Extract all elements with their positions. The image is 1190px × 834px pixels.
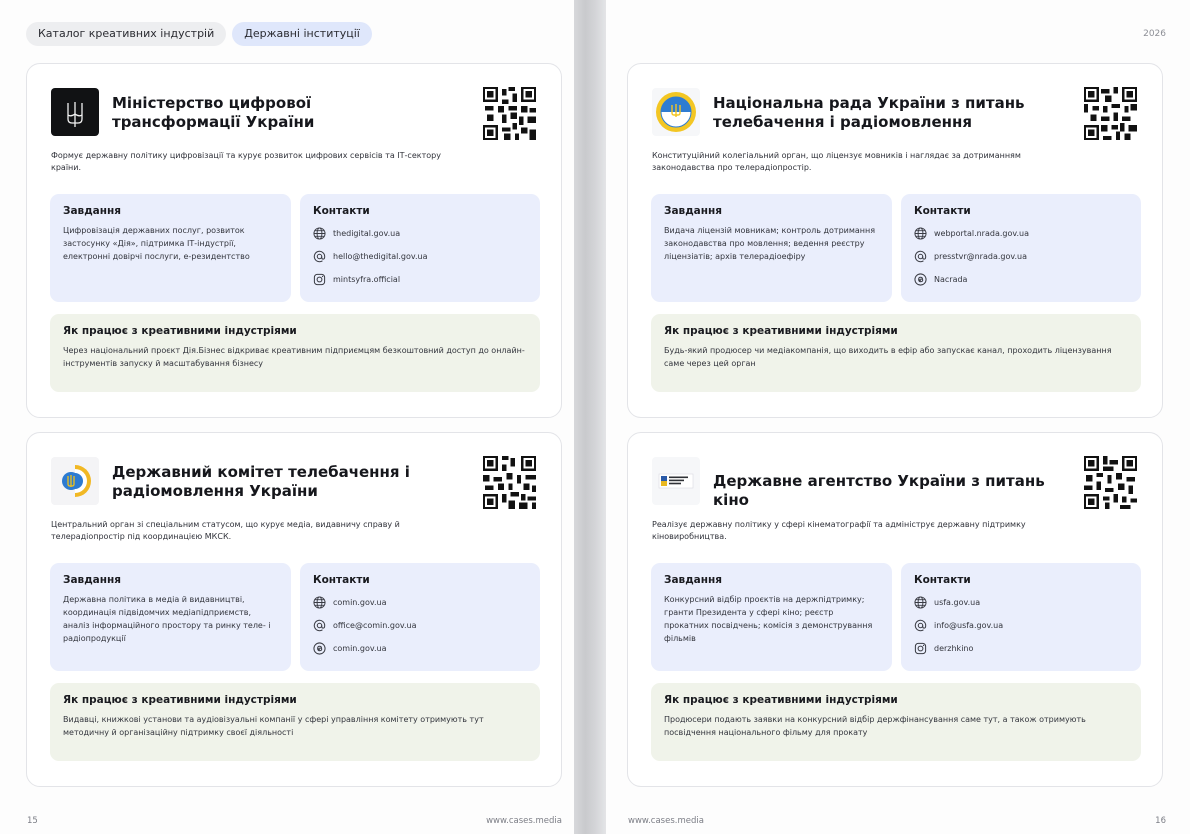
contact-text: comin.gov.ua — [333, 643, 387, 653]
creative-heading: Як працює з креативними індустріями — [664, 325, 898, 337]
year-label: 2026 — [1143, 29, 1166, 39]
instagram-icon — [914, 642, 927, 654]
contacts-box: Контакти webportal.nrada.gov.ua presstvr… — [901, 194, 1141, 302]
qr-code-icon[interactable] — [1084, 456, 1137, 509]
creative-box: Як працює з креативними індустріями Будь… — [651, 314, 1141, 392]
page-number-left: 15 — [27, 816, 38, 826]
contact-text: comin.gov.ua — [333, 597, 387, 607]
contacts-heading: Контакти — [914, 205, 971, 217]
institution-card-derzhkino: Державне агентство України з питань кіно… — [627, 432, 1163, 787]
tasks-box: Завдання Видача ліцензій мовникам; контр… — [651, 194, 892, 302]
qr-code-icon[interactable] — [483, 456, 536, 509]
contact-email[interactable]: info@usfa.gov.ua — [914, 616, 1128, 634]
institution-card-nrada: Національна рада України з питань телеба… — [627, 63, 1163, 418]
web-icon — [313, 226, 326, 240]
contact-email[interactable]: hello@thedigital.gov.ua — [313, 247, 527, 265]
web-icon — [914, 226, 927, 240]
card-title: Національна рада України з питань телеба… — [713, 94, 1025, 131]
card-description: Центральний орган зі спеціальним статусо… — [51, 520, 400, 541]
site-link-right[interactable]: www.cases.media — [628, 816, 704, 826]
threads-icon — [313, 641, 326, 655]
card-description: Формує державну політику цифровізації та… — [51, 151, 441, 172]
email-icon — [914, 250, 927, 262]
site-link-left[interactable]: www.cases.media — [486, 816, 562, 826]
left-page: Каталог креативних індустрій Державні ін… — [0, 0, 574, 834]
creative-text: Видавці, книжкові установи та аудіовізуа… — [63, 715, 484, 737]
contact-text: hello@thedigital.gov.ua — [333, 251, 428, 261]
email-icon — [313, 619, 326, 631]
threads-icon — [914, 272, 927, 286]
tasks-heading: Завдання — [63, 574, 122, 586]
contact-text: presstvr@nrada.gov.ua — [934, 251, 1027, 261]
book-spine — [574, 0, 606, 834]
contact-text: info@usfa.gov.ua — [934, 620, 1004, 630]
email-icon — [914, 619, 927, 631]
tasks-text: Цифровізація державних послуг, розвиток … — [63, 226, 250, 261]
contacts-heading: Контакти — [313, 574, 370, 586]
creative-text: Продюсери подають заявки на конкурсний в… — [664, 715, 1086, 737]
tasks-heading: Завдання — [664, 574, 723, 586]
qr-code-icon[interactable] — [483, 87, 536, 140]
contacts-box: Контакти thedigital.gov.ua hello@thedigi… — [300, 194, 540, 302]
comin-logo — [51, 457, 99, 505]
institution-card-comin: Державний комітет телебачення і радіомов… — [26, 432, 562, 787]
right-page: 2026 Національна рада України з питань т… — [606, 0, 1190, 834]
contact-social[interactable]: comin.gov.ua — [313, 639, 527, 657]
contact-text: mintsyfra.official — [333, 274, 401, 284]
card-description: Конституційний колегіальний орган, що лі… — [652, 151, 1021, 172]
page-number-right: 16 — [1155, 816, 1166, 826]
email-icon — [313, 250, 326, 262]
tasks-text: Конкурсний відбір проєктів на держпідтри… — [664, 595, 873, 643]
card-title: Державне агентство України з питань кіно — [713, 472, 1045, 509]
contact-text: Nacrada — [934, 274, 968, 284]
contact-text: derzhkino — [934, 643, 974, 653]
contacts-box: Контакти comin.gov.ua office@comin.gov.u… — [300, 563, 540, 671]
card-title: Державний комітет телебачення і радіомов… — [112, 463, 410, 500]
contact-text: webportal.nrada.gov.ua — [934, 228, 1029, 238]
tag-state-institutions[interactable]: Державні інституції — [232, 22, 372, 46]
contact-website[interactable]: thedigital.gov.ua — [313, 224, 527, 242]
creative-box: Як працює з креативними індустріями Вида… — [50, 683, 540, 761]
tasks-text: Державна політика в медіа й видавництві,… — [63, 595, 271, 643]
contact-text: usfa.gov.ua — [934, 597, 981, 607]
institution-card-mintsyfra: Міністерство цифрової трансформації Укра… — [26, 63, 562, 418]
creative-heading: Як працює з креативними індустріями — [664, 694, 898, 706]
creative-box: Як працює з креативними індустріями Чере… — [50, 314, 540, 392]
contacts-heading: Контакти — [914, 574, 971, 586]
web-icon — [313, 595, 326, 609]
tasks-heading: Завдання — [63, 205, 122, 217]
tasks-box: Завдання Державна політика в медіа й вид… — [50, 563, 291, 671]
creative-heading: Як працює з креативними індустріями — [63, 325, 297, 337]
nrada-logo — [652, 88, 700, 136]
contact-website[interactable]: webportal.nrada.gov.ua — [914, 224, 1128, 242]
card-description: Реалізує державну політику у сфері кінем… — [652, 520, 1026, 541]
contact-text: office@comin.gov.ua — [333, 620, 417, 630]
creative-text: Будь-який продюсер чи медіакомпанія, що … — [664, 346, 1112, 368]
contacts-box: Контакти usfa.gov.ua info@usfa.gov.ua de… — [901, 563, 1141, 671]
contact-social[interactable]: derzhkino — [914, 639, 1128, 657]
contact-website[interactable]: comin.gov.ua — [313, 593, 527, 611]
contact-social[interactable]: mintsyfra.official — [313, 270, 527, 288]
tasks-box: Завдання Конкурсний відбір проєктів на д… — [651, 563, 892, 671]
derzhkino-logo — [652, 457, 700, 505]
contact-text: thedigital.gov.ua — [333, 228, 401, 238]
contact-social[interactable]: Nacrada — [914, 270, 1128, 288]
contact-email[interactable]: presstvr@nrada.gov.ua — [914, 247, 1128, 265]
contact-email[interactable]: office@comin.gov.ua — [313, 616, 527, 634]
tasks-text: Видача ліцензій мовникам; контроль дотри… — [664, 226, 876, 261]
creative-heading: Як працює з креативними індустріями — [63, 694, 297, 706]
tasks-box: Завдання Цифровізація державних послуг, … — [50, 194, 291, 302]
web-icon — [914, 595, 927, 609]
creative-text: Через національний проєкт Дія.Бізнес від… — [63, 346, 525, 368]
qr-code-icon[interactable] — [1084, 87, 1137, 140]
contact-website[interactable]: usfa.gov.ua — [914, 593, 1128, 611]
instagram-icon — [313, 273, 326, 285]
category-tags: Каталог креативних індустрій Державні ін… — [26, 22, 372, 46]
contacts-heading: Контакти — [313, 205, 370, 217]
tag-catalog[interactable]: Каталог креативних індустрій — [26, 22, 227, 46]
mintsyfra-logo — [51, 88, 99, 136]
card-title: Міністерство цифрової трансформації Укра… — [112, 94, 315, 131]
creative-box: Як працює з креативними індустріями Прод… — [651, 683, 1141, 761]
tasks-heading: Завдання — [664, 205, 723, 217]
